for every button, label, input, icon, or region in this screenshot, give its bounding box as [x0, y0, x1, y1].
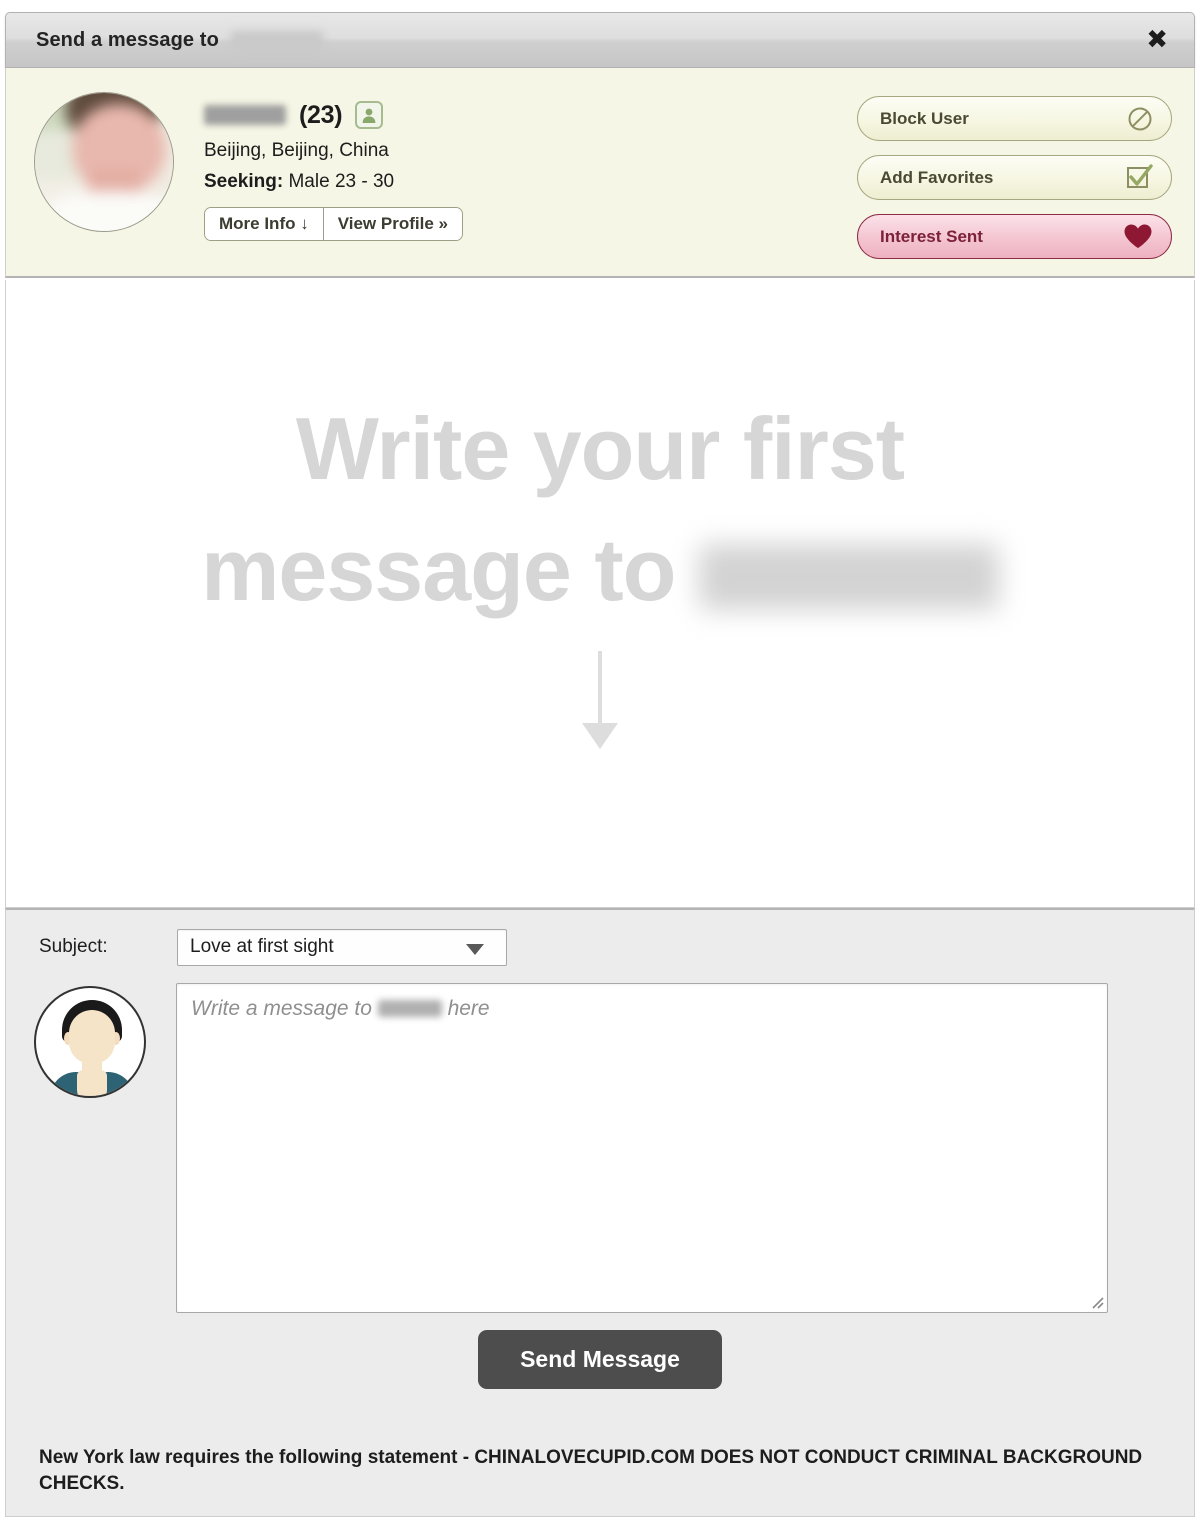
profile-button-group: More Info ↓ View Profile » [204, 207, 463, 241]
avatar [34, 986, 146, 1098]
message-placeholder-after: here [441, 997, 490, 1020]
person-badge-icon [355, 101, 384, 129]
message-placeholder: Write a message to here [191, 997, 490, 1021]
profile-actions: Block User Add Favorites Interest Sent [857, 86, 1172, 259]
watermark-text: Write your first message to [201, 388, 999, 631]
profile-photo[interactable] [34, 92, 174, 232]
profile-location: Beijing, Beijing, China [204, 140, 389, 161]
profile-age: (23) [299, 100, 343, 129]
redacted-name-title [230, 30, 323, 50]
dialog-title: Send a message to [36, 28, 219, 51]
subject-select[interactable]: Love at first sight [177, 928, 507, 966]
block-user-button[interactable]: Block User [857, 96, 1172, 141]
close-icon[interactable]: ✖ [1142, 27, 1172, 53]
redacted-name-watermark [698, 544, 999, 611]
heart-icon [1123, 223, 1153, 250]
interest-sent-button[interactable]: Interest Sent [857, 214, 1172, 259]
compose-area: Subject: Love at first sight Write a mes… [5, 908, 1195, 1439]
resize-grip-icon[interactable] [1088, 1293, 1104, 1309]
profile-seeking-label: Seeking: [204, 171, 284, 192]
profile-info: (23) Beijing, Beijing, China Seeking: Ma… [204, 86, 857, 241]
profile-seeking: Seeking: Male 23 - 30 [204, 171, 857, 193]
profile-header: (23) Beijing, Beijing, China Seeking: Ma… [5, 68, 1195, 278]
profile-seeking-value: Male 23 - 30 [288, 171, 395, 192]
message-row: Write a message to here [6, 966, 1194, 1313]
profile-photo-blurred [35, 93, 173, 231]
titlebar-left-group: Send a message to [36, 29, 323, 52]
add-favorites-label: Add Favorites [880, 167, 994, 187]
redacted-profile-name [204, 105, 286, 125]
chevron-down-icon [466, 944, 484, 955]
view-profile-button[interactable]: View Profile » [322, 208, 462, 240]
send-message-button[interactable]: Send Message [478, 1330, 722, 1389]
profile-name-row: (23) [204, 98, 857, 132]
subject-label: Subject: [39, 936, 108, 957]
dialog-titlebar: Send a message to ✖ [5, 12, 1195, 68]
send-row: Send Message [6, 1330, 1194, 1389]
watermark-line1: Write your first [295, 399, 905, 498]
block-user-label: Block User [880, 108, 969, 128]
checkbox-check-icon [1126, 164, 1153, 191]
more-info-button[interactable]: More Info ↓ [205, 208, 323, 240]
down-arrow-icon [577, 649, 623, 764]
legal-disclaimer-text: New York law requires the following stat… [39, 1447, 1143, 1495]
subject-row: Subject: Love at first sight [6, 910, 1194, 966]
watermark-line2: message to [201, 520, 676, 620]
empty-conversation-area: Write your first message to [5, 280, 1195, 908]
interest-sent-label: Interest Sent [880, 226, 983, 246]
send-message-dialog: Send a message to ✖ (23) Beijing, Beijin… [0, 0, 1200, 1528]
message-placeholder-before: Write a message to [191, 997, 378, 1020]
subject-select-value: Love at first sight [190, 936, 334, 957]
legal-footer: New York law requires the following stat… [5, 1439, 1195, 1517]
add-favorites-button[interactable]: Add Favorites [857, 155, 1172, 200]
block-icon [1127, 106, 1153, 132]
redacted-name-placeholder [377, 1000, 442, 1017]
message-input[interactable]: Write a message to here [176, 983, 1108, 1313]
